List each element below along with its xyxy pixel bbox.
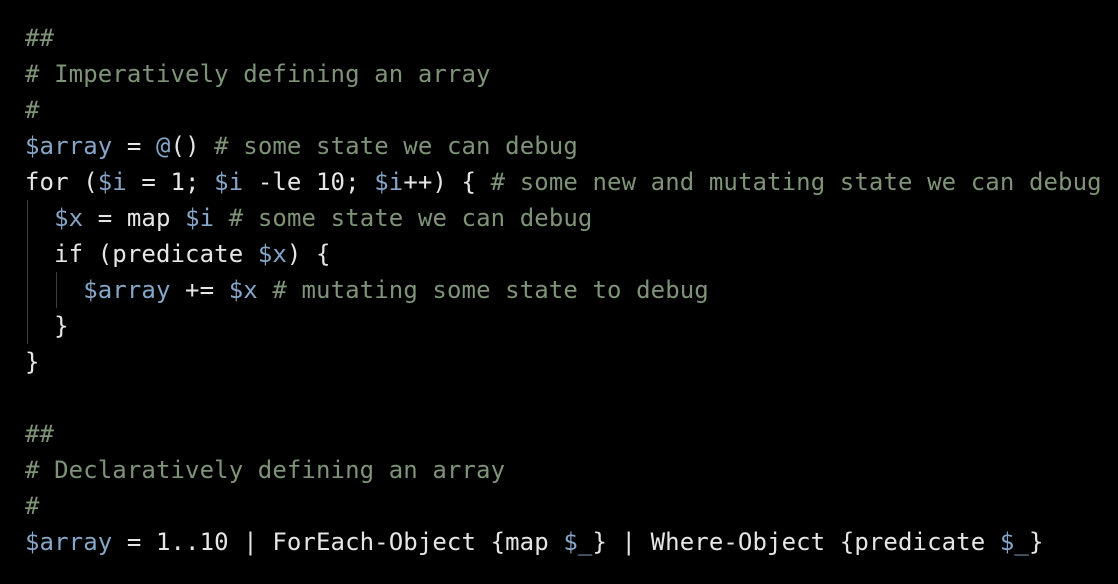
variable-token: $x bbox=[54, 204, 84, 232]
code-line-15: $array = 1..10 | ForEach-Object {map $_}… bbox=[25, 524, 1044, 560]
code-line-1: ## bbox=[25, 20, 54, 56]
variable-token: $i bbox=[185, 204, 215, 232]
variable-token: $array bbox=[25, 132, 113, 160]
comment-token: # some state we can debug bbox=[214, 132, 578, 160]
code-text: if (predicate bbox=[54, 240, 258, 268]
code-line-14: # bbox=[25, 488, 40, 524]
code-text: } | Where-Object {predicate bbox=[592, 528, 1000, 556]
variable-token: $array bbox=[25, 528, 113, 556]
comment-token: # Imperatively defining an array bbox=[25, 60, 491, 88]
code-line-6: $x = map $i # some state we can debug bbox=[25, 200, 592, 236]
code-text: = 1..10 | ForEach-Object {map bbox=[112, 528, 564, 556]
variable-token: $_ bbox=[999, 528, 1029, 556]
code-editor[interactable]: ## # Imperatively defining an array # $a… bbox=[0, 0, 1118, 584]
comment-token: # Declaratively defining an array bbox=[25, 456, 506, 484]
variable-token: $i bbox=[97, 168, 127, 196]
code-line-7: if (predicate $x) { bbox=[25, 236, 331, 272]
code-line-5: for ($i = 1; $i -le 10; $i++) { # some n… bbox=[25, 164, 1102, 200]
variable-token: $i bbox=[374, 168, 404, 196]
comment-token: # mutating some state to debug bbox=[272, 276, 709, 304]
comment-token: # bbox=[25, 492, 40, 520]
closing-brace: } bbox=[25, 348, 40, 376]
code-line-4: $array = @() # some state we can debug bbox=[25, 128, 578, 164]
code-line-3: # bbox=[25, 92, 40, 128]
keyword-token: for ( bbox=[25, 168, 98, 196]
code-line-2: # Imperatively defining an array bbox=[25, 56, 491, 92]
code-line-9: } bbox=[25, 308, 69, 344]
variable-token: $x bbox=[257, 240, 287, 268]
comment-token: # bbox=[25, 96, 40, 124]
comment-token: ## bbox=[25, 24, 55, 52]
code-text: () bbox=[170, 132, 215, 160]
code-text: = map bbox=[83, 204, 186, 232]
comment-token: ## bbox=[25, 420, 55, 448]
code-line-12: ## bbox=[25, 416, 54, 452]
code-text: = bbox=[112, 132, 156, 160]
code-text: ) { bbox=[286, 240, 331, 268]
code-line-10: } bbox=[25, 344, 40, 380]
comment-token: # some new and mutating state we can deb… bbox=[490, 168, 1102, 196]
closing-brace: } bbox=[54, 312, 69, 340]
code-text: = 1; bbox=[126, 168, 215, 196]
code-text: } bbox=[1028, 528, 1044, 556]
variable-token: $_ bbox=[563, 528, 593, 556]
code-text: += bbox=[170, 276, 229, 304]
comment-token: # some state we can debug bbox=[228, 204, 593, 232]
variable-token: $x bbox=[228, 276, 258, 304]
code-text: ++) { bbox=[403, 168, 491, 196]
code-line-13: # Declaratively defining an array bbox=[25, 452, 505, 488]
variable-token: $array bbox=[83, 276, 171, 304]
variable-token: $i bbox=[214, 168, 244, 196]
code-line-8: $array += $x # mutating some state to de… bbox=[25, 272, 709, 308]
code-text: -le 10; bbox=[243, 168, 375, 196]
array-operator-token: @ bbox=[155, 132, 171, 160]
